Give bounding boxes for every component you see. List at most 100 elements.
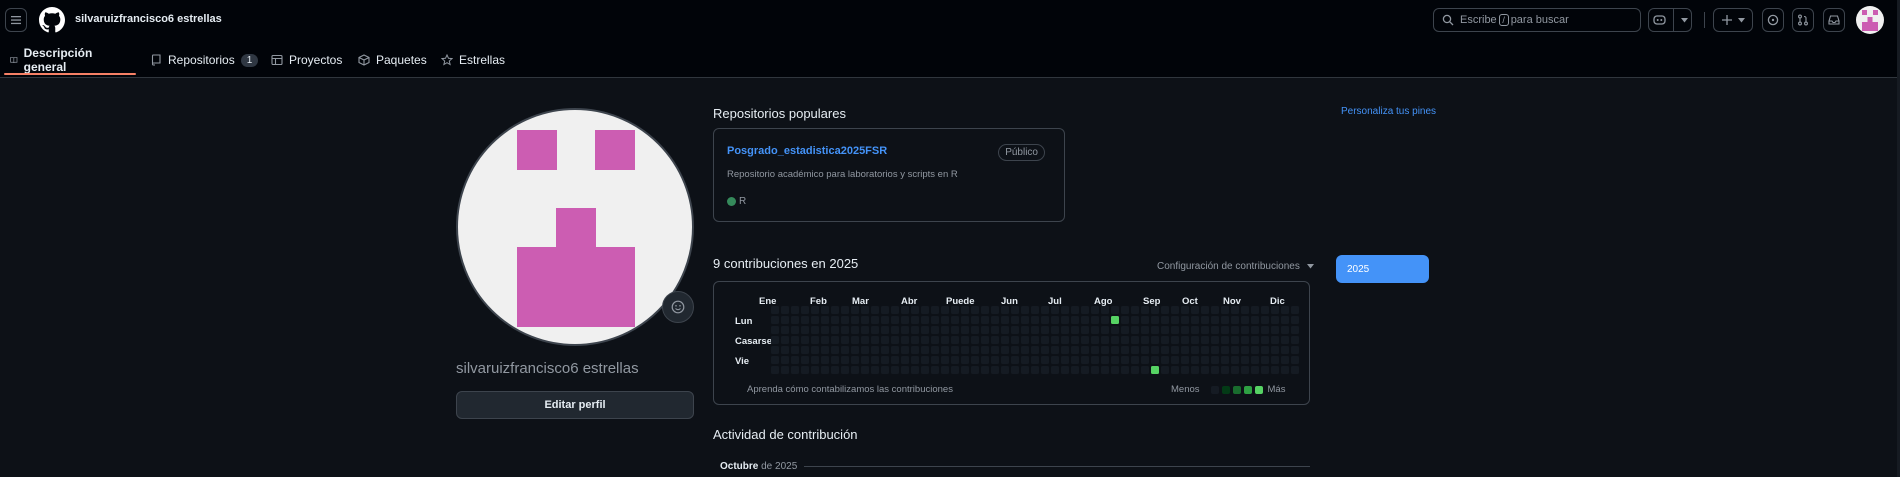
contribution-day[interactable] (1281, 316, 1289, 324)
contribution-day[interactable] (1141, 326, 1149, 334)
contribution-day[interactable] (1001, 336, 1009, 344)
contribution-day[interactable] (821, 336, 829, 344)
contribution-day[interactable] (1141, 316, 1149, 324)
contribution-day[interactable] (881, 366, 889, 374)
contribution-day[interactable] (1031, 366, 1039, 374)
contribution-day[interactable] (1281, 356, 1289, 364)
contribution-day[interactable] (1011, 326, 1019, 334)
contribution-day[interactable] (941, 326, 949, 334)
contribution-day[interactable] (891, 346, 899, 354)
contribution-day[interactable] (861, 366, 869, 374)
contribution-day[interactable] (1241, 326, 1249, 334)
contribution-day[interactable] (1051, 336, 1059, 344)
contribution-day[interactable] (861, 356, 869, 364)
contribution-day[interactable] (1121, 366, 1129, 374)
contribution-day[interactable] (1221, 336, 1229, 344)
contribution-day[interactable] (981, 366, 989, 374)
contribution-day[interactable] (1291, 336, 1299, 344)
contribution-day[interactable] (1061, 346, 1069, 354)
contribution-day[interactable] (851, 306, 859, 314)
contribution-day[interactable] (1041, 346, 1049, 354)
contribution-day[interactable] (1121, 306, 1129, 314)
contribution-day[interactable] (851, 366, 859, 374)
contribution-day[interactable] (841, 336, 849, 344)
contribution-day[interactable] (1081, 326, 1089, 334)
copilot-button[interactable] (1648, 8, 1692, 32)
contribution-day[interactable] (1171, 316, 1179, 324)
contribution-day[interactable] (861, 326, 869, 334)
contribution-day[interactable] (1251, 356, 1259, 364)
contribution-day[interactable] (1231, 356, 1239, 364)
contribution-day[interactable] (851, 346, 859, 354)
contribution-day[interactable] (1091, 346, 1099, 354)
contribution-day[interactable] (891, 336, 899, 344)
contribution-day[interactable] (1151, 316, 1159, 324)
contribution-day[interactable] (871, 326, 879, 334)
github-logo-icon[interactable] (39, 7, 65, 33)
contribution-day[interactable] (1161, 336, 1169, 344)
contribution-day[interactable] (1231, 336, 1239, 344)
contribution-day[interactable] (1011, 366, 1019, 374)
contribution-day[interactable] (1201, 326, 1209, 334)
profile-breadcrumb[interactable]: silvaruizfrancisco6 estrellas (75, 13, 222, 25)
contribution-day[interactable] (981, 316, 989, 324)
contribution-day[interactable] (1261, 356, 1269, 364)
contribution-day[interactable] (871, 306, 879, 314)
contribution-day[interactable] (1261, 306, 1269, 314)
contribution-day[interactable] (1291, 326, 1299, 334)
contribution-day[interactable] (1131, 336, 1139, 344)
contribution-day[interactable] (1181, 366, 1189, 374)
contribution-day[interactable] (1101, 366, 1109, 374)
contribution-day[interactable] (1101, 356, 1109, 364)
contribution-day[interactable] (981, 326, 989, 334)
contribution-day[interactable] (1091, 316, 1099, 324)
contribution-day[interactable] (1291, 356, 1299, 364)
contribution-day[interactable] (791, 366, 799, 374)
contribution-day[interactable] (1241, 356, 1249, 364)
contribution-day[interactable] (1131, 326, 1139, 334)
contribution-day[interactable] (1171, 336, 1179, 344)
contribution-day[interactable] (1121, 316, 1129, 324)
contribution-day[interactable] (1101, 326, 1109, 334)
contribution-day[interactable] (1201, 336, 1209, 344)
contribution-day[interactable] (1031, 316, 1039, 324)
contribution-day[interactable] (781, 336, 789, 344)
contribution-day[interactable] (821, 316, 829, 324)
contribution-day[interactable] (791, 356, 799, 364)
contribution-day[interactable] (941, 366, 949, 374)
set-status-button[interactable] (662, 291, 694, 323)
contribution-day[interactable] (1291, 366, 1299, 374)
contribution-day[interactable] (961, 306, 969, 314)
contribution-day[interactable] (911, 306, 919, 314)
contribution-day[interactable] (791, 346, 799, 354)
contribution-day[interactable] (991, 366, 999, 374)
contribution-day[interactable] (891, 366, 899, 374)
contribution-day[interactable] (1271, 356, 1279, 364)
contribution-day[interactable] (1171, 306, 1179, 314)
contribution-day[interactable] (771, 366, 779, 374)
contribution-day[interactable] (1031, 306, 1039, 314)
contribution-day[interactable] (1011, 346, 1019, 354)
contribution-day[interactable] (1241, 336, 1249, 344)
contribution-day[interactable] (1191, 356, 1199, 364)
contribution-day[interactable] (921, 336, 929, 344)
contribution-day[interactable] (1261, 366, 1269, 374)
contribution-day[interactable] (1151, 306, 1159, 314)
contribution-day[interactable] (991, 356, 999, 364)
contribution-day[interactable] (971, 336, 979, 344)
contribution-day[interactable] (1161, 316, 1169, 324)
contribution-day[interactable] (931, 356, 939, 364)
contribution-day[interactable] (901, 356, 909, 364)
contribution-day[interactable] (821, 326, 829, 334)
contribution-day[interactable] (861, 346, 869, 354)
contribution-day[interactable] (931, 346, 939, 354)
contribution-day[interactable] (1221, 366, 1229, 374)
inbox-button[interactable] (1823, 8, 1845, 32)
contribution-day[interactable] (1141, 336, 1149, 344)
contribution-day[interactable] (951, 306, 959, 314)
contribution-day[interactable] (771, 316, 779, 324)
contribution-day[interactable] (1221, 316, 1229, 324)
contribution-day[interactable] (1131, 316, 1139, 324)
contribution-day[interactable] (1251, 316, 1259, 324)
contribution-day[interactable] (961, 366, 969, 374)
